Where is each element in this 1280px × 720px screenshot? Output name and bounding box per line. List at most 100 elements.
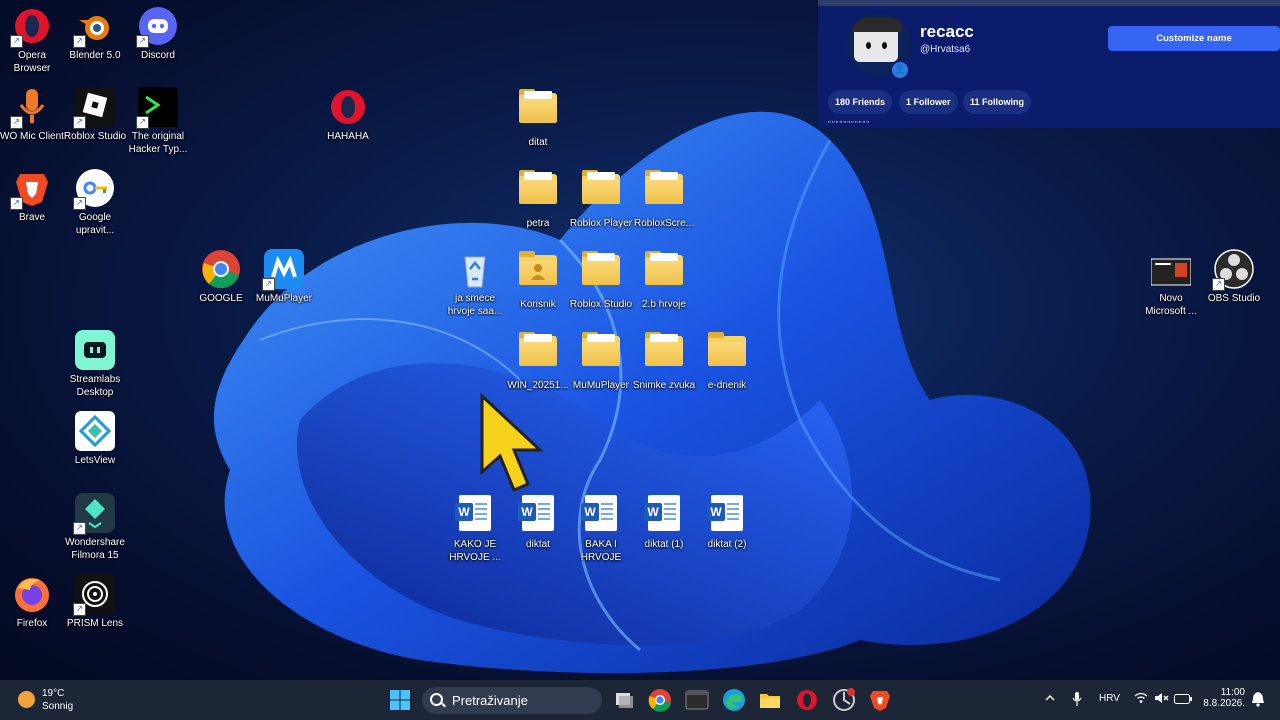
desktop-icon-label: WIN_20251... [507, 380, 569, 391]
desktop-icon-snimke-zvuka[interactable]: Snimke zvuka [632, 330, 696, 392]
brave-icon: ↗ [10, 168, 52, 210]
start-button[interactable] [388, 688, 412, 712]
desktop-icon-label: e-dnenik [707, 380, 747, 391]
desktop-icon-firefox[interactable]: Firefox [0, 574, 64, 630]
verified-badge-icon: 👤 [890, 60, 910, 80]
shortcut-arrow-icon: ↗ [73, 116, 86, 129]
taskbar-chrome-icon[interactable] [648, 688, 672, 712]
desktop-icon-obs-studio[interactable]: ↗ OBS Studio [1202, 249, 1266, 305]
taskbar-terminal-icon[interactable] [685, 688, 709, 712]
desktop-icon-brave[interactable]: ↗ Brave [0, 168, 64, 224]
following-count-button[interactable]: 11 Following [963, 90, 1032, 114]
desktop-icon-diktat-2[interactable]: W diktat (2) [695, 493, 759, 551]
desktop-icon-google-chrome[interactable]: GOOGLE [189, 249, 253, 305]
key-icon: ↗ [73, 168, 115, 210]
desktop-icon-streamlabs[interactable]: Streamlabs Desktop [63, 330, 127, 399]
desktop-icon-mumuplayer[interactable]: ↗ MuMuPlayer [252, 249, 316, 305]
desktop-icon-e-dnenik[interactable]: e-dnenik [695, 330, 759, 392]
desktop-icon-roblox-studio[interactable]: ↗ Roblox Studio [63, 87, 127, 143]
desktop-icon-label: The original Hacker Typ... [128, 131, 188, 155]
desktop-icon-2b-hrvoje[interactable]: 2.b hrvoje [632, 249, 696, 311]
desktop-icon-baka-i-hrvoje[interactable]: W BAKA I HRVOJE [569, 493, 633, 564]
desktop-icon-prism-lens[interactable]: ↗ PRISM Lens [63, 574, 127, 630]
show-hidden-icons-chevron-icon[interactable] [1044, 692, 1056, 707]
desktop-icon-label: RobloxScre... [633, 218, 695, 229]
opera-icon: ↗ [10, 6, 52, 48]
chrome-icon [201, 249, 241, 289]
desktop-icon-label: MuMuPlayer [255, 293, 313, 304]
desktop-icon-letsview[interactable]: LetsView [63, 411, 127, 467]
desktop-icon-diktat[interactable]: W diktat [506, 493, 570, 551]
desktop-icon-hacker-typer[interactable]: ↗ The original Hacker Typ... [126, 87, 190, 156]
folder-icon [518, 170, 558, 214]
desktop-icon-label: Wondershare Filmora 15 [65, 537, 125, 561]
mumuplayer-icon: ↗ [262, 249, 304, 291]
desktop-icon-win-2025[interactable]: WIN_20251... [506, 330, 570, 392]
shortcut-arrow-icon: ↗ [73, 603, 86, 616]
desktop-icon-label: MuMuPlayer [572, 380, 630, 391]
notification-bell-icon[interactable] [1251, 691, 1265, 710]
firefox-icon [12, 574, 52, 614]
desktop-icon-diktat-1[interactable]: W diktat (1) [632, 493, 696, 551]
desktop-icon-roblox-studio-folder[interactable]: Roblox Studio [569, 249, 633, 311]
shortcut-arrow-icon: ↗ [10, 197, 23, 210]
task-view-button[interactable] [612, 688, 636, 712]
desktop-icon-kako-je-hrvoje[interactable]: W KAKO JE HRVOJE ... [443, 493, 507, 564]
desktop-icon-label: Firefox [16, 618, 48, 629]
streamlabs-icon [75, 330, 115, 370]
discord-icon: ↗ [136, 6, 178, 48]
filmora-icon: ↗ [73, 493, 115, 535]
profile-username: recacc [920, 22, 974, 41]
language-indicator[interactable]: HRV [1099, 693, 1120, 704]
weather-description: Sonnig [42, 701, 74, 712]
desktop-icon-label: GOOGLE [199, 293, 243, 304]
desktop-icon-wo-mic[interactable]: ↗ WO Mic Client [0, 87, 64, 143]
desktop-icon-blender[interactable]: ↗ Blender 5.0 [63, 6, 127, 62]
taskbar-search-box[interactable]: Pretraživanje [422, 687, 602, 714]
desktop-icon-petra[interactable]: petra [506, 168, 570, 230]
customize-name-button[interactable]: Customize name [1108, 26, 1280, 51]
taskbar-app-icon[interactable] [832, 688, 856, 712]
friends-count-button[interactable]: 180 Friends [828, 90, 893, 114]
folder-icon [518, 89, 558, 133]
followers-count-button[interactable]: 1 Follower [899, 90, 958, 114]
desktop-icon-korisnik[interactable]: Korisnik [506, 249, 570, 311]
desktop-icon-roblox-player-folder[interactable]: Roblox Player [569, 168, 633, 230]
shortcut-arrow-icon: ↗ [10, 35, 23, 48]
battery-icon[interactable] [1174, 694, 1192, 707]
folder-icon [644, 251, 684, 295]
desktop-icon-novo-microsoft[interactable]: Novo Microsoft ... [1139, 249, 1203, 318]
desktop-icon-ditat[interactable]: ditat [506, 87, 570, 149]
desktop-icon-opera-browser[interactable]: ↗ Opera Browser [0, 6, 64, 75]
taskbar-brave-icon[interactable] [868, 688, 892, 712]
word-document-icon: W [707, 495, 747, 535]
folder-icon [644, 170, 684, 214]
desktop-icon-label: Korisnik [520, 299, 556, 310]
desktop-icon-filmora[interactable]: ↗ Wondershare Filmora 15 [63, 493, 127, 562]
wifi-icon[interactable] [1134, 692, 1148, 707]
desktop-icon-label: Novo Microsoft ... [1145, 293, 1197, 317]
desktop-icon-label: Roblox Player [569, 218, 633, 229]
word-document-icon: W [581, 495, 621, 535]
taskbar-file-explorer-icon[interactable] [758, 688, 782, 712]
speaker-muted-icon[interactable] [1154, 692, 1170, 707]
desktop-icon-hahaha[interactable]: HAHAHA [316, 87, 380, 143]
search-placeholder: Pretraživanje [452, 693, 528, 708]
profile-panel: 👤 recacc @Hrvatsa6 Customize name 180 Fr… [818, 0, 1280, 129]
taskbar-edge-icon[interactable] [722, 688, 746, 712]
desktop-icon-label: diktat (2) [707, 539, 747, 550]
search-icon [430, 693, 443, 706]
desktop-icon-discord[interactable]: ↗ Discord [126, 6, 190, 62]
microphone-tray-icon[interactable] [1071, 691, 1083, 710]
desktop-icon-google-upravitelj[interactable]: ↗ Google upravit... [63, 168, 127, 237]
folder-icon [581, 251, 621, 295]
desktop-icon-recycle-bin[interactable]: ja smece hrvoje saa... [443, 249, 507, 318]
taskbar-opera-icon[interactable] [795, 688, 819, 712]
clock[interactable]: 11:00 8.8.2026. [1203, 687, 1245, 709]
desktop-icon-label: ja smece hrvoje saa... [447, 293, 503, 317]
desktop-icon-label: LetsView [74, 455, 116, 466]
desktop-icon-robloxscreenshots[interactable]: RobloxScre... [632, 168, 696, 230]
desktop-icon-mumuplayer-folder[interactable]: MuMuPlayer [569, 330, 633, 392]
desktop-icon-label: OBS Studio [1207, 293, 1261, 304]
recycle-bin-icon [455, 249, 495, 289]
